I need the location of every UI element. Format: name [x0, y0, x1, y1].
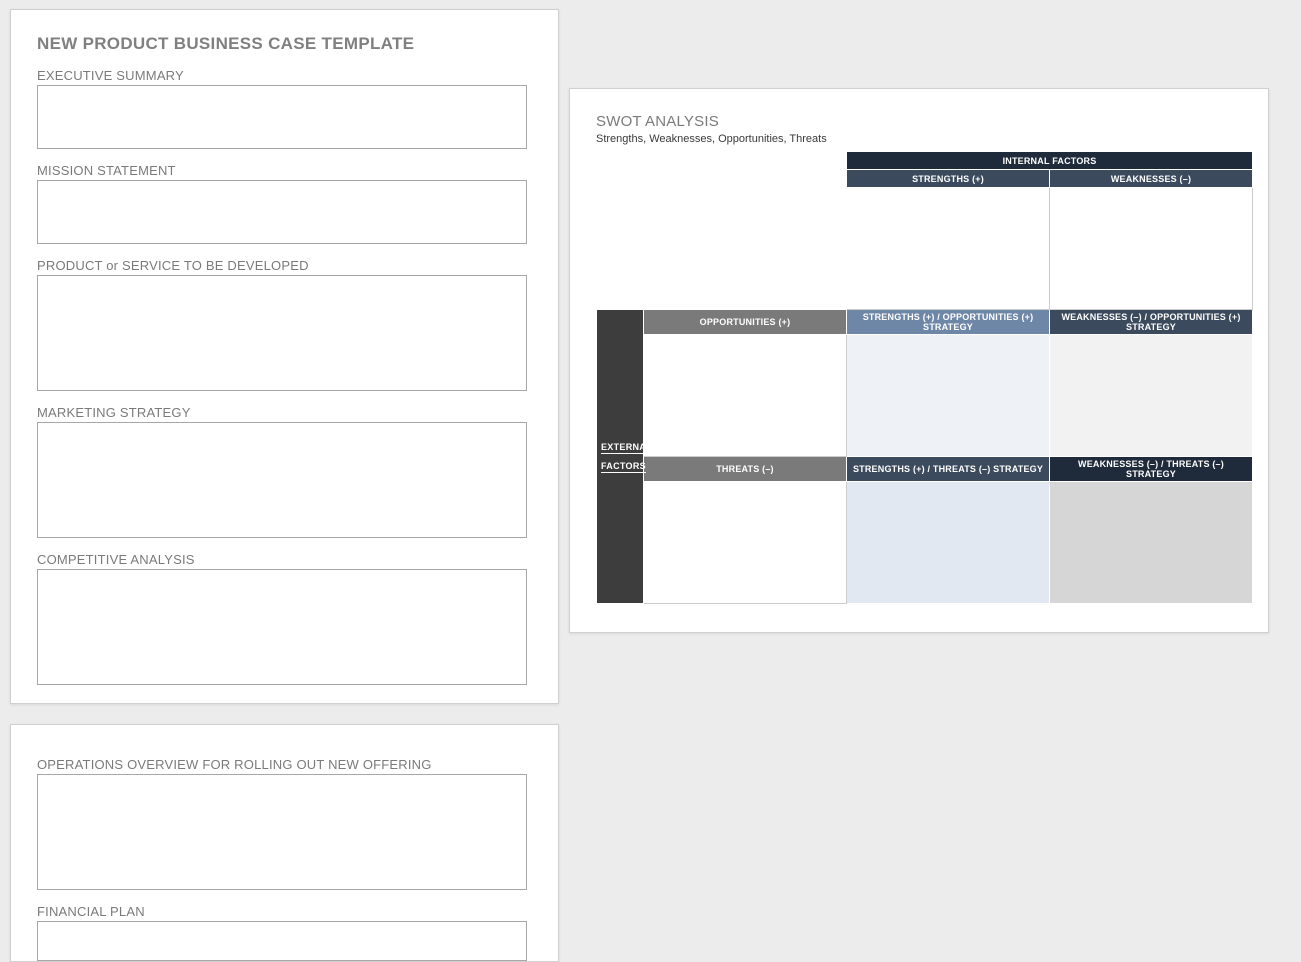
swot-header-strengths: STRENGTHS (+): [847, 170, 1050, 188]
field-executive-summary[interactable]: [37, 85, 527, 149]
swot-header-st: STRENGTHS (+) / THREATS (–) STRATEGY: [847, 457, 1050, 482]
label-executive-summary: EXECUTIVE SUMMARY: [37, 68, 532, 83]
swot-blank: [644, 188, 847, 310]
swot-cell-wt[interactable]: [1050, 482, 1253, 604]
swot-internal-factors: INTERNAL FACTORS: [847, 152, 1253, 170]
swot-cell-wo[interactable]: [1050, 335, 1253, 457]
field-financial-plan[interactable]: [37, 921, 527, 961]
swot-header-threats: THREATS (–): [644, 457, 847, 482]
swot-blank: [644, 152, 847, 170]
swot-header-so: STRENGTHS (+) / OPPORTUNITIES (+) STRATE…: [847, 310, 1050, 335]
swot-cell-so[interactable]: [847, 335, 1050, 457]
field-operations-overview[interactable]: [37, 774, 527, 890]
swot-cell-opportunities[interactable]: [644, 335, 847, 457]
swot-cell-weaknesses[interactable]: [1050, 188, 1253, 310]
label-operations-overview: OPERATIONS OVERVIEW FOR ROLLING OUT NEW …: [37, 757, 532, 772]
swot-matrix: INTERNAL FACTORS STRENGTHS (+) WEAKNESSE…: [596, 151, 1253, 604]
field-marketing-strategy[interactable]: [37, 422, 527, 538]
swot-blank: [644, 170, 847, 188]
label-marketing-strategy: MARKETING STRATEGY: [37, 405, 532, 420]
label-financial-plan: FINANCIAL PLAN: [37, 904, 532, 919]
template-page-swot: SWOT ANALYSIS Strengths, Weaknesses, Opp…: [569, 88, 1269, 633]
document-title: NEW PRODUCT BUSINESS CASE TEMPLATE: [37, 34, 532, 54]
field-mission-statement[interactable]: [37, 180, 527, 244]
swot-cell-st[interactable]: [847, 482, 1050, 604]
swot-header-opportunities: OPPORTUNITIES (+): [644, 310, 847, 335]
swot-title: SWOT ANALYSIS: [596, 113, 1242, 130]
swot-blank: [597, 152, 644, 170]
template-page-2: OPERATIONS OVERVIEW FOR ROLLING OUT NEW …: [10, 724, 559, 962]
template-page-1: NEW PRODUCT BUSINESS CASE TEMPLATE EXECU…: [10, 9, 559, 704]
field-competitive-analysis[interactable]: [37, 569, 527, 685]
swot-cell-threats[interactable]: [644, 482, 847, 604]
label-mission-statement: MISSION STATEMENT: [37, 163, 532, 178]
swot-header-wt: WEAKNESSES (–) / THREATS (–) STRATEGY: [1050, 457, 1253, 482]
swot-blank: [597, 188, 644, 310]
swot-header-weaknesses: WEAKNESSES (–): [1050, 170, 1253, 188]
label-competitive-analysis: COMPETITIVE ANALYSIS: [37, 552, 532, 567]
swot-cell-strengths[interactable]: [847, 188, 1050, 310]
swot-external-factors: EXTERNAL FACTORS: [597, 310, 644, 604]
swot-header-wo: WEAKNESSES (–) / OPPORTUNITIES (+) STRAT…: [1050, 310, 1253, 335]
label-product-service: PRODUCT or SERVICE TO BE DEVELOPED: [37, 258, 532, 273]
swot-blank: [597, 170, 644, 188]
swot-subtitle: Strengths, Weaknesses, Opportunities, Th…: [596, 133, 1242, 145]
field-product-service[interactable]: [37, 275, 527, 391]
